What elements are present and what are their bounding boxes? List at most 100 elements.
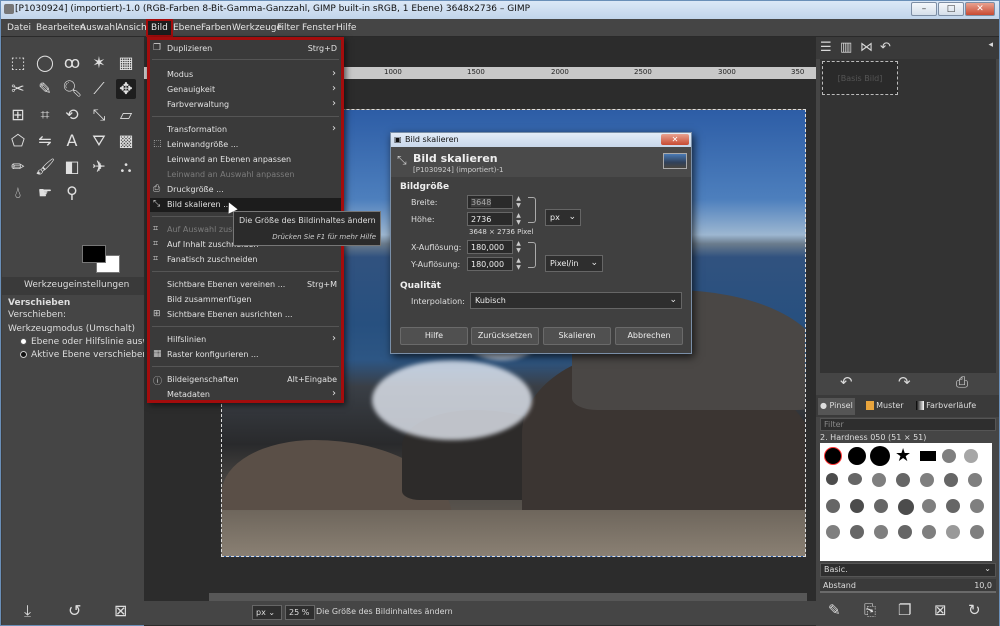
lasso-icon[interactable]: ꝏ <box>62 53 82 73</box>
scale-icon[interactable]: ⤡ <box>89 105 109 125</box>
zoom-select[interactable]: 25 % <box>285 605 315 620</box>
menu-datei[interactable]: Datei <box>7 23 31 33</box>
brush-grunge-5[interactable] <box>920 473 934 487</box>
tab-brushes[interactable]: ● Pinsel <box>818 398 855 415</box>
menu-item-transformation[interactable]: Transformation › <box>150 123 341 137</box>
height-input[interactable]: 2736 <box>467 212 513 226</box>
airbrush-icon[interactable]: ✈ <box>89 157 109 177</box>
brush-splatter-1[interactable] <box>826 525 840 539</box>
paths-tab-icon[interactable]: ⋈ <box>860 40 873 55</box>
menu-item-hilfslinien[interactable]: Hilfslinien › <box>150 333 341 347</box>
shear-icon[interactable]: ▱ <box>116 105 136 125</box>
blur-icon[interactable]: 💧︎ <box>8 183 28 203</box>
dialog-close-button[interactable]: ✕ <box>661 134 689 145</box>
tab-gradients[interactable]: ■ Farbverläufe <box>914 398 978 415</box>
brush-splatter-7[interactable] <box>970 525 984 539</box>
yres-spinner[interactable]: ▲ ▼ <box>514 257 523 271</box>
menu-item-leinwand-auswahl[interactable]: Leinwand an Auswahl anpassen <box>150 168 341 182</box>
brush-hardness-100[interactable] <box>870 446 890 466</box>
rect-select-icon[interactable]: ⬚ <box>8 53 28 73</box>
layers-tab-icon[interactable]: ☰ <box>820 40 832 55</box>
menu-item-metadaten[interactable]: Metadaten › <box>150 388 341 402</box>
rotate-icon[interactable]: ⟲ <box>62 105 82 125</box>
close-button[interactable]: ✕ <box>965 2 995 16</box>
clone-icon[interactable]: ⛬ <box>116 157 136 177</box>
flip-icon[interactable]: ⇋ <box>35 131 55 151</box>
crop-icon[interactable]: ⌗ <box>35 105 55 125</box>
menu-item-leinwandgroesse[interactable]: ⬚ Leinwandgröße ... <box>150 138 341 152</box>
edit-brush-icon[interactable]: ✎ <box>828 601 841 619</box>
resolution-unit-select[interactable]: Pixel/in ⌄ <box>545 255 603 272</box>
menu-item-genauigkeit[interactable]: Genauigkeit › <box>150 83 341 97</box>
eraser-icon[interactable]: ◧ <box>62 157 82 177</box>
brush-texture-1[interactable] <box>826 499 840 513</box>
tool-options-tab[interactable]: Werkzeugeinstellungen <box>2 277 144 295</box>
brush-splatter-4[interactable] <box>898 525 912 539</box>
clear-history-icon[interactable]: ⎙ <box>956 373 968 391</box>
menu-filter[interactable]: Filter <box>277 23 299 33</box>
menu-item-bildeigenschaften[interactable]: ⓘ Bildeigenschaften Alt+Eingabe <box>150 373 341 387</box>
perspective-icon[interactable]: ⬠ <box>8 131 28 151</box>
menu-item-druckgroesse[interactable]: ⎙ Druckgröße ... <box>150 183 341 197</box>
dock-menu-icon[interactable]: ◂ <box>988 40 993 50</box>
brush-hardness-050[interactable] <box>824 447 842 465</box>
brush-splatter-6[interactable] <box>946 525 960 539</box>
brush-soft[interactable] <box>942 449 956 463</box>
menu-item-raster[interactable]: ▦ Raster konfigurieren ... <box>150 348 341 362</box>
horizontal-scrollbar[interactable] <box>209 593 807 601</box>
xres-input[interactable]: 180,000 <box>467 240 513 254</box>
move-tool-icon[interactable]: ✥ <box>116 79 136 99</box>
text-tool-icon[interactable]: A <box>62 131 82 151</box>
brush-filter-input[interactable]: Filter <box>820 418 996 431</box>
menu-farben[interactable]: Farben <box>201 23 232 33</box>
spacing-slider[interactable]: Abstand 10,0 <box>820 579 996 593</box>
radio-pick-layer[interactable] <box>20 338 27 345</box>
blend-icon[interactable]: ▩ <box>116 131 136 151</box>
brush-grunge-6[interactable] <box>944 473 958 487</box>
color-picker-icon[interactable]: ✎ <box>35 79 55 99</box>
refresh-brushes-icon[interactable]: ↻ <box>968 601 981 619</box>
brush-set-select[interactable]: Basic. ⌄ <box>820 563 996 577</box>
menu-ebene[interactable]: Ebene <box>173 23 201 33</box>
menu-item-ebenen-ausrichten[interactable]: ⊞ Sichtbare Ebenen ausrichten ... <box>150 308 341 322</box>
brush-texture-3[interactable] <box>874 499 888 513</box>
save-options-icon[interactable]: ⤓ <box>24 601 31 621</box>
brush-block[interactable] <box>920 451 936 461</box>
ellipse-select-icon[interactable]: ◯ <box>35 53 55 73</box>
width-input[interactable]: 3648 <box>467 195 513 209</box>
layer-base-image[interactable]: [Basis Bild] <box>822 61 898 95</box>
maximize-button[interactable]: □ <box>938 2 964 16</box>
restore-options-icon[interactable]: ↺ <box>68 601 81 620</box>
option-move-active[interactable]: Aktive Ebene verschieben <box>20 350 148 360</box>
scissors-icon[interactable]: ✂ <box>8 79 28 99</box>
height-spinner[interactable]: ▲ ▼ <box>514 212 523 226</box>
menu-item-zusammenfuegen[interactable]: Bild zusammenfügen <box>150 293 341 307</box>
new-brush-icon[interactable]: ⎘ <box>864 601 876 619</box>
width-spinner[interactable]: ▲ ▼ <box>514 195 523 209</box>
pencil-icon[interactable]: ✏ <box>8 157 28 177</box>
menu-item-bild-skalieren[interactable]: ⤡ Bild skalieren ... <box>150 198 341 212</box>
menu-hilfe[interactable]: Hilfe <box>336 23 356 33</box>
menu-item-modus[interactable]: Modus › <box>150 68 341 82</box>
delete-brush-icon[interactable]: ⊠ <box>934 601 947 619</box>
xres-spinner[interactable]: ▲ ▼ <box>514 240 523 254</box>
resolution-chain-link-icon[interactable] <box>528 242 536 268</box>
brush-grunge-2[interactable] <box>848 473 862 485</box>
bucket-fill-icon[interactable]: ⛛ <box>89 131 109 151</box>
undo-icon[interactable]: ↶ <box>840 373 853 391</box>
menu-item-fanatisch-zuschneiden[interactable]: ⌗ Fanatisch zuschneiden <box>150 253 341 267</box>
menu-werkzeuge[interactable]: Werkzeuge <box>232 23 282 33</box>
menu-bearbeiten[interactable]: Bearbeiten <box>36 23 85 33</box>
menu-item-leinwand-ebenen[interactable]: Leinwand an Ebenen anpassen <box>150 153 341 167</box>
brush-splatter-3[interactable] <box>874 525 888 539</box>
brush-splatter-2[interactable] <box>850 525 864 539</box>
brush-grid[interactable]: ★ <box>820 443 992 561</box>
brush-texture-7[interactable] <box>970 499 984 513</box>
menu-item-farbverwaltung[interactable]: Farbverwaltung › <box>150 98 341 112</box>
dodge-icon[interactable]: ⚲ <box>62 183 82 203</box>
unit-select[interactable]: px ⌄ <box>252 605 282 620</box>
menu-item-sichtbare-vereinen[interactable]: Sichtbare Ebenen vereinen ... Strg+M <box>150 278 341 292</box>
redo-icon[interactable]: ↷ <box>898 373 911 391</box>
brush-texture-6[interactable] <box>946 499 960 513</box>
foreground-color-swatch[interactable] <box>82 245 106 263</box>
